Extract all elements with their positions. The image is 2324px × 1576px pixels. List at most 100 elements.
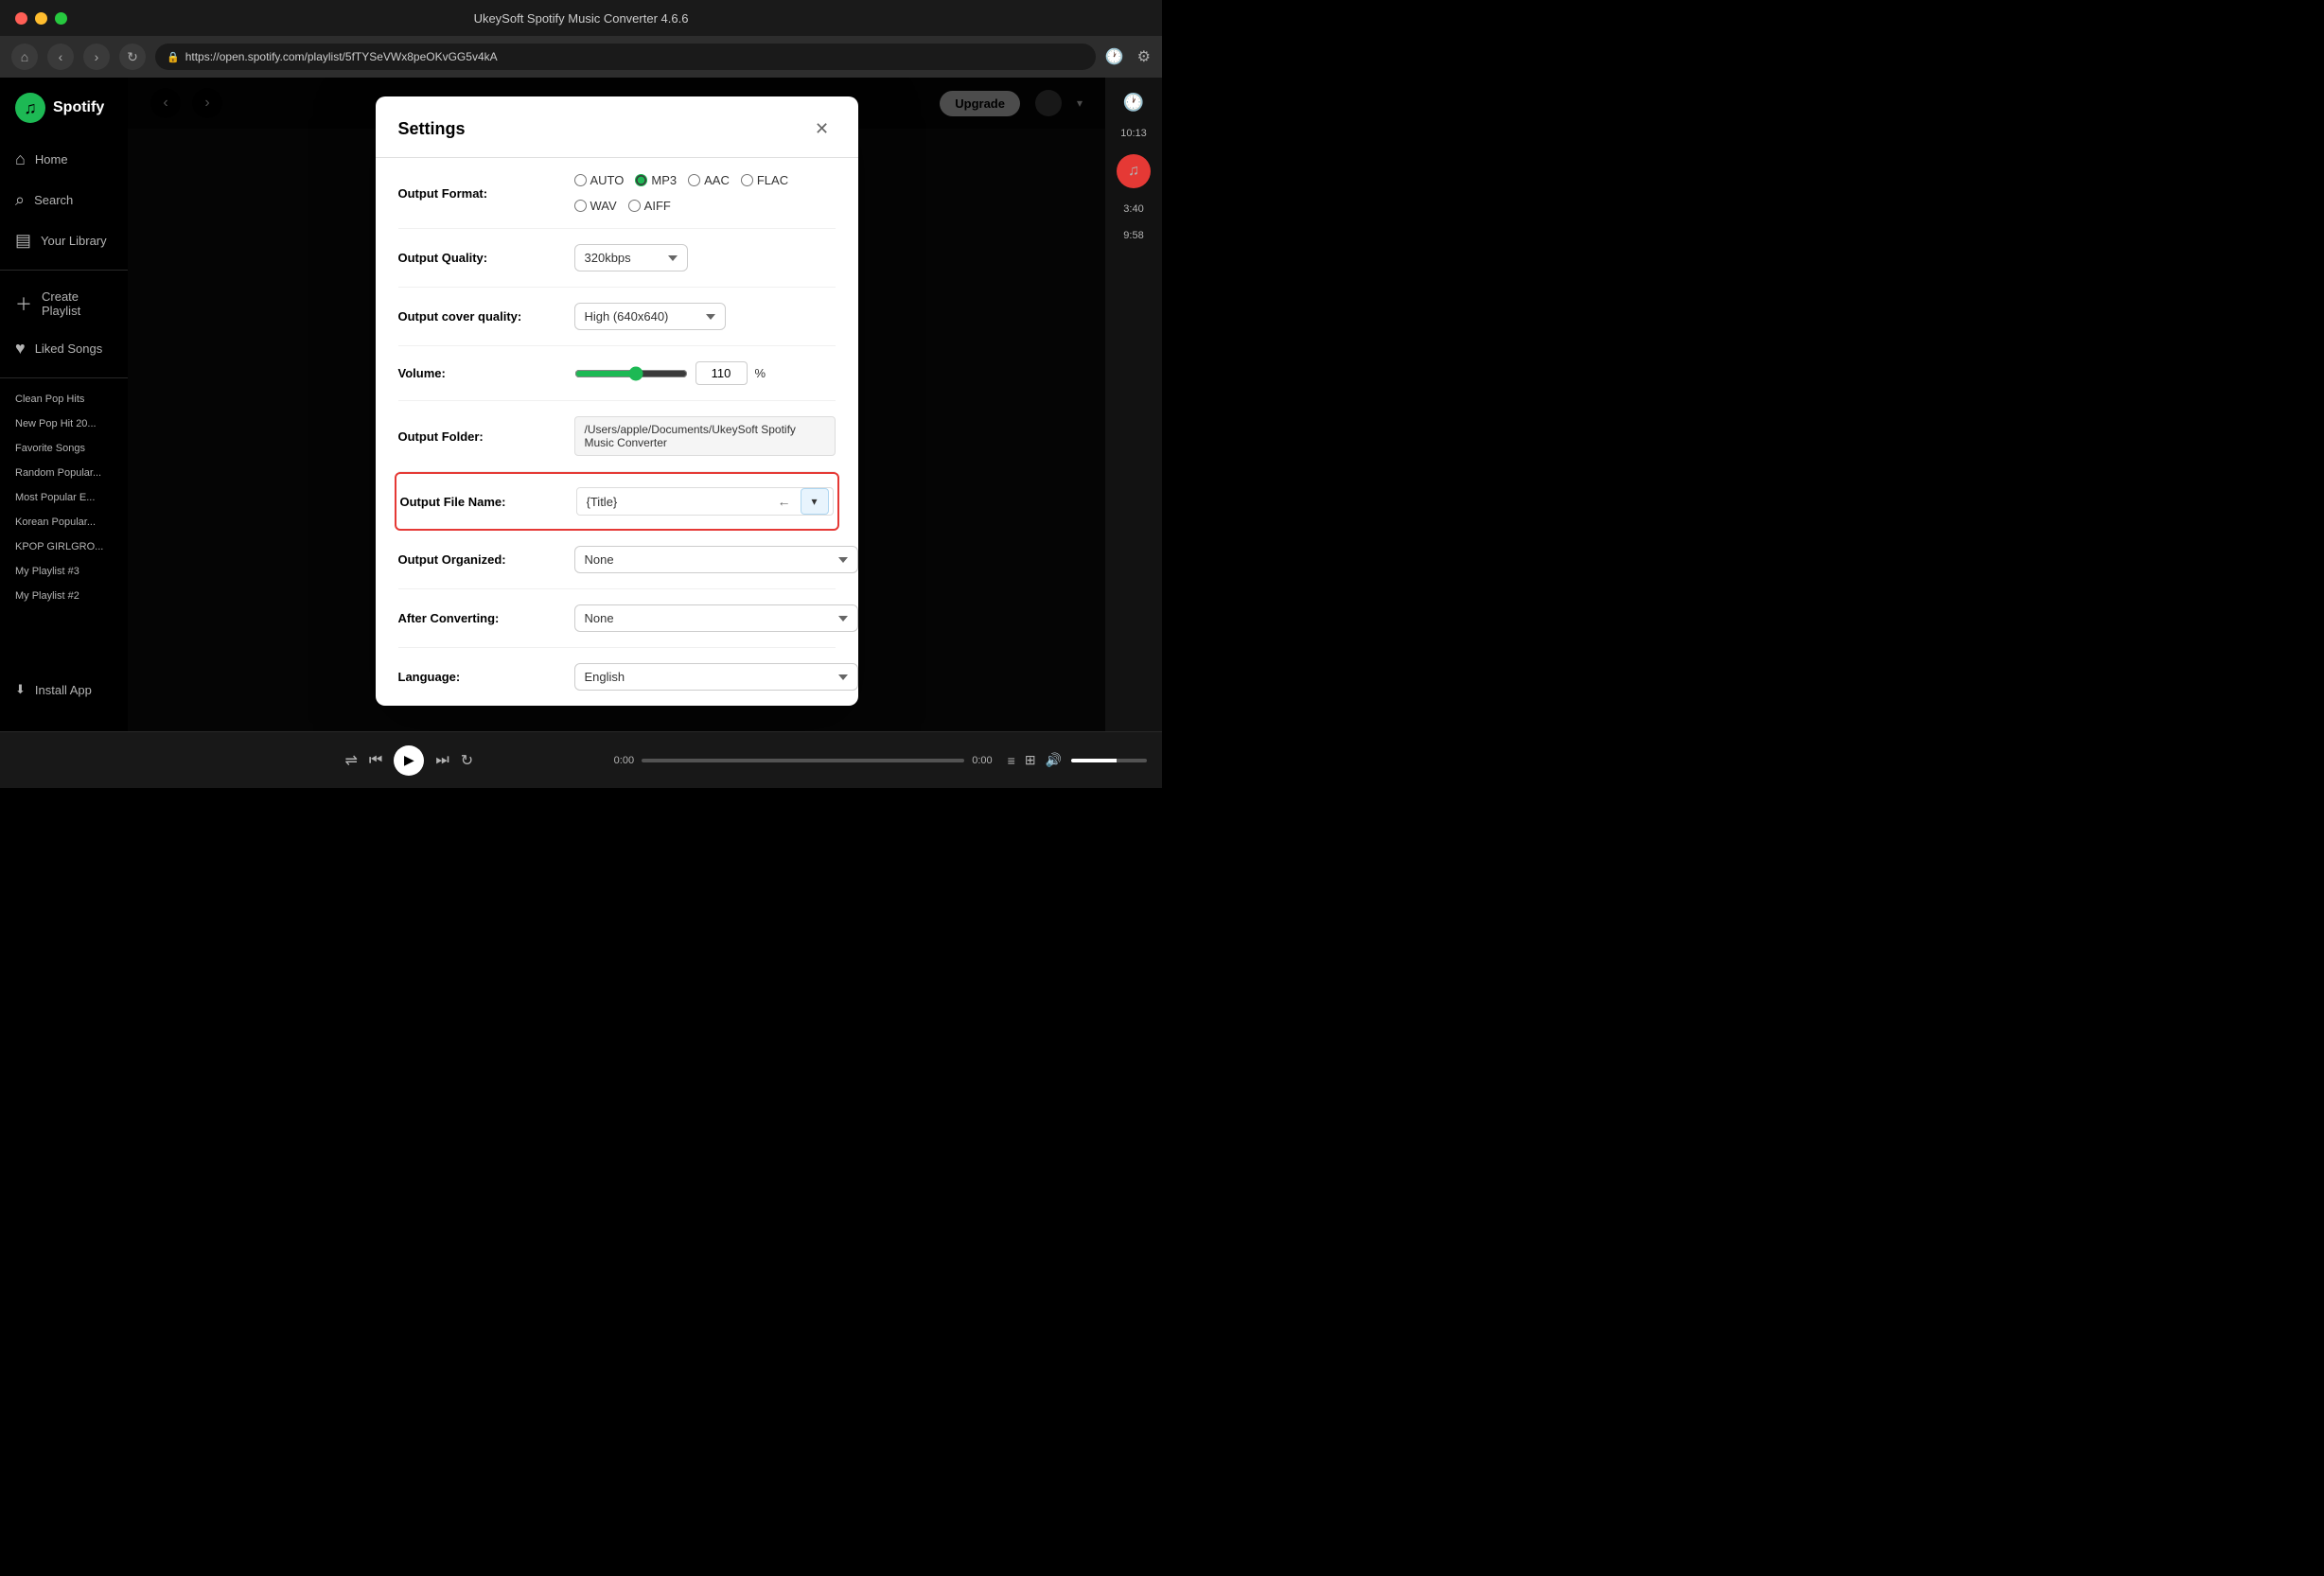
sidebar-item-library[interactable]: ▤ Your Library — [0, 221, 128, 260]
install-app-item[interactable]: ⬇ Install App — [0, 663, 128, 716]
browser-back-button[interactable]: ‹ — [47, 44, 74, 70]
install-app-label: Install App — [35, 683, 92, 697]
format-wav-radio[interactable] — [574, 200, 587, 212]
sidebar-item-liked-songs[interactable]: ♥ Liked Songs — [0, 329, 128, 368]
playlist-item-1[interactable]: New Pop Hit 20... — [0, 412, 128, 435]
sidebar-divider-2 — [0, 377, 128, 378]
browser-forward-button[interactable]: › — [83, 44, 110, 70]
output-organized-row: Output Organized: None Artist Album — [398, 531, 836, 589]
download-icon: ⬇ — [15, 682, 26, 697]
format-auto-radio[interactable] — [574, 174, 587, 186]
url-bar[interactable]: 🔒 https://open.spotify.com/playlist/5fTY… — [155, 44, 1096, 70]
format-mp3-radio[interactable] — [635, 174, 647, 186]
devices-icon[interactable]: ⊞ — [1025, 752, 1036, 768]
lock-icon: 🔒 — [167, 51, 180, 63]
sidebar-library-label: Your Library — [41, 234, 107, 248]
volume-slider[interactable] — [574, 366, 688, 381]
playlist-item-3[interactable]: Random Popular... — [0, 462, 128, 484]
right-icon-1[interactable]: 🕐 — [1123, 93, 1144, 113]
filename-text-input[interactable] — [587, 495, 768, 509]
volume-icon[interactable]: 🔊 — [1046, 752, 1062, 768]
format-aac-radio[interactable] — [688, 174, 700, 186]
search-icon: ⌕ — [15, 190, 25, 210]
progress-track[interactable] — [642, 759, 964, 762]
output-quality-control: 320kbps 256kbps 192kbps 128kbps — [574, 244, 836, 271]
window-controls[interactable] — [15, 12, 67, 25]
output-quality-row: Output Quality: 320kbps 256kbps 192kbps … — [398, 229, 836, 288]
output-format-control: AUTO MP3 AAC FLAC — [574, 173, 836, 213]
language-label: Language: — [398, 670, 559, 684]
spotify-logo-icon: ♫ — [15, 93, 45, 123]
folder-path-display[interactable]: /Users/apple/Documents/UkeySoft Spotify … — [574, 416, 836, 456]
browser-refresh-button[interactable]: ↻ — [119, 44, 146, 70]
output-quality-label: Output Quality: — [398, 251, 559, 265]
history-icon[interactable]: 🕐 — [1105, 47, 1124, 66]
filename-input-wrapper: ← ▾ — [576, 487, 834, 516]
add-icon: ＋ — [15, 291, 32, 316]
minimize-window-button[interactable] — [35, 12, 47, 25]
playlist-item-7[interactable]: My Playlist #3 — [0, 560, 128, 583]
playlist-item-2[interactable]: Favorite Songs — [0, 437, 128, 460]
sidebar-search-label: Search — [34, 193, 73, 207]
playlist-item-4[interactable]: Most Popular E... — [0, 486, 128, 509]
output-organized-select[interactable]: None Artist Album — [574, 546, 858, 573]
play-pause-button[interactable]: ▶ — [394, 745, 424, 776]
filename-dropdown-button[interactable]: ▾ — [801, 488, 829, 515]
format-auto-option[interactable]: AUTO — [574, 173, 625, 187]
maximize-window-button[interactable] — [55, 12, 67, 25]
output-cover-quality-select[interactable]: High (640x640) Medium (300x300) Low (96x… — [574, 303, 726, 330]
after-converting-control: None Open Folder Shutdown — [574, 604, 858, 632]
playlist-item-8[interactable]: My Playlist #2 — [0, 585, 128, 607]
settings-close-button[interactable]: ✕ — [809, 115, 836, 142]
home-icon: ⌂ — [15, 149, 26, 169]
sidebar-item-create-playlist[interactable]: ＋ Create Playlist — [0, 280, 128, 327]
format-aac-option[interactable]: AAC — [688, 173, 730, 187]
sidebar-item-home[interactable]: ⌂ Home — [0, 140, 128, 179]
total-time: 0:00 — [972, 755, 992, 766]
browser-home-button[interactable]: ⌂ — [11, 44, 38, 70]
language-select[interactable]: English Chinese Japanese Korean — [574, 663, 858, 691]
close-window-button[interactable] — [15, 12, 27, 25]
right-time-3: 9:58 — [1123, 230, 1143, 241]
next-button[interactable]: ⏭ — [435, 752, 449, 769]
settings-icon[interactable]: ⚙ — [1137, 47, 1151, 66]
format-flac-option[interactable]: FLAC — [741, 173, 788, 187]
shuffle-button[interactable]: ⇌ — [345, 751, 358, 770]
after-converting-select[interactable]: None Open Folder Shutdown — [574, 604, 858, 632]
after-converting-label: After Converting: — [398, 611, 559, 625]
settings-dialog: Settings ✕ Output Format: AUTO MP3 — [376, 96, 858, 706]
sidebar-logo: ♫ Spotify — [0, 93, 128, 138]
settings-body: Output Format: AUTO MP3 AAC — [376, 158, 858, 706]
playlist-item-0[interactable]: Clean Pop Hits — [0, 388, 128, 411]
format-flac-radio[interactable] — [741, 174, 753, 186]
previous-button[interactable]: ⏮ — [369, 752, 382, 769]
playlist-item-5[interactable]: Korean Popular... — [0, 511, 128, 534]
after-converting-row: After Converting: None Open Folder Shutd… — [398, 589, 836, 648]
output-quality-select[interactable]: 320kbps 256kbps 192kbps 128kbps — [574, 244, 688, 271]
sidebar-divider — [0, 270, 128, 271]
queue-icon[interactable]: ≡ — [1008, 753, 1015, 768]
main-panel: ‹ › Upgrade ▾ Settings ✕ Output — [128, 78, 1105, 731]
red-action-button[interactable]: ♫ — [1117, 154, 1151, 188]
sidebar-home-label: Home — [35, 152, 68, 166]
volume-track[interactable] — [1071, 759, 1147, 762]
format-aiff-radio[interactable] — [628, 200, 641, 212]
format-mp3-option[interactable]: MP3 — [635, 173, 677, 187]
format-aiff-option[interactable]: AIFF — [628, 199, 671, 213]
spotify-wordmark: Spotify — [53, 99, 104, 116]
browser-action-buttons: 🕐 ⚙ — [1105, 47, 1151, 66]
repeat-button[interactable]: ↻ — [461, 751, 473, 770]
playlist-item-6[interactable]: KPOP GIRLGRO... — [0, 535, 128, 558]
format-wav-option[interactable]: WAV — [574, 199, 617, 213]
language-row: Language: English Chinese Japanese Korea… — [398, 648, 836, 706]
app-title: UkeySoft Spotify Music Converter 4.6.6 — [474, 11, 689, 26]
output-organized-label: Output Organized: — [398, 552, 559, 567]
sidebar-item-search[interactable]: ⌕ Search — [0, 181, 128, 219]
volume-input[interactable] — [695, 361, 748, 385]
right-panel: 🕐 10:13 ♫ 3:40 9:58 — [1105, 78, 1162, 731]
output-cover-quality-row: Output cover quality: High (640x640) Med… — [398, 288, 836, 346]
filename-back-arrow[interactable]: ← — [772, 492, 797, 511]
title-bar: UkeySoft Spotify Music Converter 4.6.6 — [0, 0, 1162, 36]
volume-row: Volume: % — [398, 346, 836, 401]
output-filename-control: ← ▾ — [576, 487, 834, 516]
